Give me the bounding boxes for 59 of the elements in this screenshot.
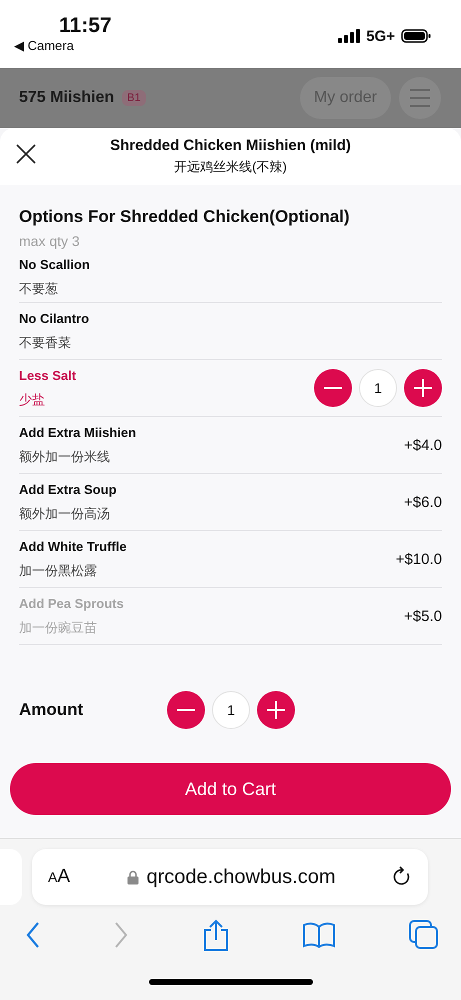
text-size-button[interactable]: AA bbox=[48, 866, 70, 888]
increase-button[interactable] bbox=[404, 369, 442, 407]
option-name-chinese: 额外加一份高汤 bbox=[19, 504, 111, 522]
table-badge: B1 bbox=[122, 90, 146, 106]
add-to-cart-button[interactable]: Add to Cart bbox=[10, 763, 451, 815]
option-price: +$4.0 bbox=[404, 436, 442, 454]
option-name: Add Extra Soup bbox=[19, 482, 118, 496]
tabs-icon[interactable] bbox=[409, 920, 439, 950]
plus-icon bbox=[267, 701, 285, 719]
option-name-chinese: 加一份豌豆苗 bbox=[19, 618, 98, 636]
option-name-chinese: 不要香菜 bbox=[19, 334, 72, 352]
minus-icon bbox=[177, 709, 195, 711]
book-icon[interactable] bbox=[302, 922, 335, 948]
option-price: +$10.0 bbox=[396, 550, 442, 568]
network-label: 5G+ bbox=[366, 28, 395, 44]
option-name: Less Salt bbox=[19, 368, 78, 382]
option-name: No Scallion bbox=[19, 257, 91, 272]
restaurant-name: 575 Miishien bbox=[19, 89, 114, 107]
signal-icon bbox=[338, 29, 360, 43]
option-name: Add Pea Sprouts bbox=[19, 596, 125, 610]
back-to-app-link[interactable]: ◀ Camera bbox=[14, 38, 112, 54]
option-name-chinese: 加一份黑松露 bbox=[19, 562, 98, 580]
plus-icon bbox=[414, 379, 432, 397]
option-name: Add Extra Miishien bbox=[19, 424, 138, 440]
option-row[interactable]: Add Extra Miishien 额外加一份米线 +$4.0 bbox=[19, 417, 442, 474]
item-subtitle: 开远鸡丝米线(不辣) bbox=[174, 158, 287, 176]
back-icon[interactable] bbox=[26, 922, 40, 948]
increase-button[interactable] bbox=[257, 691, 295, 729]
quantity-value: 1 bbox=[359, 369, 397, 407]
url-text: qrcode.chowbus.com bbox=[146, 866, 336, 888]
option-name-chinese: 不要葱 bbox=[19, 280, 59, 298]
share-icon[interactable] bbox=[202, 919, 228, 951]
menu-button[interactable] bbox=[399, 77, 441, 119]
amount-label: Amount bbox=[19, 700, 84, 720]
option-row[interactable]: No Scallion 不要葱 bbox=[19, 253, 442, 303]
reload-icon[interactable] bbox=[392, 866, 412, 888]
options-title: Options For Shredded Chicken(Optional) bbox=[19, 207, 351, 227]
option-row[interactable]: Add White Truffle 加一份黑松露 +$10.0 bbox=[19, 531, 442, 588]
minus-icon bbox=[324, 387, 342, 389]
decrease-button[interactable] bbox=[167, 691, 205, 729]
option-name: No Cilantro bbox=[19, 310, 90, 326]
menu-icon bbox=[410, 89, 430, 107]
option-name: Add White Truffle bbox=[19, 538, 128, 554]
quantity-value: 1 bbox=[212, 691, 250, 729]
option-price: +$5.0 bbox=[404, 608, 442, 624]
close-icon[interactable] bbox=[16, 144, 36, 164]
item-title: Shredded Chicken Miishien (mild) bbox=[110, 137, 351, 154]
option-name-chinese: 额外加一份米线 bbox=[19, 448, 111, 466]
address-bar[interactable]: AA qrcode.chowbus.com bbox=[32, 849, 428, 905]
option-row[interactable]: No Cilantro 不要香菜 bbox=[19, 303, 442, 360]
battery-icon bbox=[401, 29, 431, 43]
decrease-button[interactable] bbox=[314, 369, 352, 407]
option-name-chinese: 少盐 bbox=[19, 390, 46, 408]
lock-icon bbox=[126, 870, 139, 884]
max-qty-note: max qty 3 bbox=[19, 233, 81, 249]
option-row[interactable]: Less Salt 少盐 1 bbox=[19, 360, 442, 417]
option-row[interactable]: Add Extra Soup 额外加一份高汤 +$6.0 bbox=[19, 474, 442, 531]
option-price: +$6.0 bbox=[404, 494, 442, 510]
status-time: 11:57 bbox=[59, 14, 112, 38]
